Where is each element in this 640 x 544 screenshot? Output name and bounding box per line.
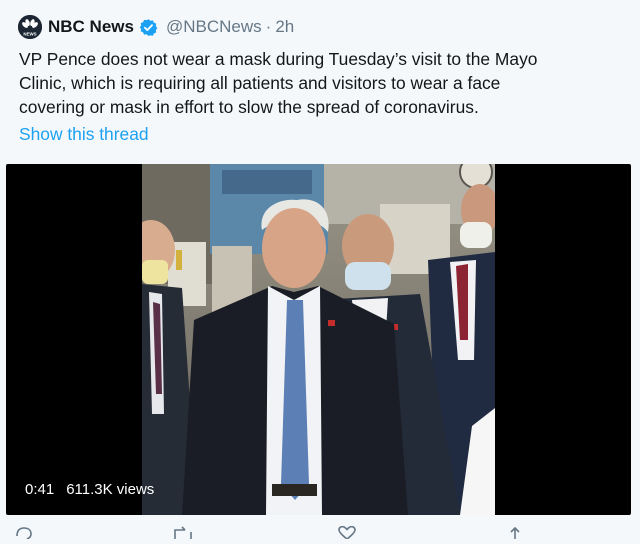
verified-badge-icon	[139, 18, 158, 37]
author-name[interactable]: NBC News	[48, 17, 134, 37]
retweet-icon[interactable]	[172, 526, 194, 544]
author-handle[interactable]: @NBCNews	[166, 17, 262, 37]
logo-wordmark: NEWS	[23, 32, 36, 37]
header-separator: ·	[265, 17, 272, 36]
video-duration: 0:41	[25, 481, 55, 498]
tweet-timestamp[interactable]: 2h	[275, 17, 294, 37]
heart-icon[interactable]	[337, 525, 357, 544]
tweet-header: NEWS NBC News @NBCNews · 2h	[18, 15, 294, 39]
tweet-text-line: VP Pence does not wear a mask during Tue…	[19, 49, 538, 69]
tweet-card[interactable]: NEWS NBC News @NBCNews · 2h VP Pence doe…	[6, 0, 631, 520]
share-icon[interactable]	[507, 526, 523, 544]
tweet-actions	[0, 525, 640, 540]
tweet-text-line: covering or mask in effort to slow the s…	[19, 97, 479, 117]
nbc-peacock-icon[interactable]: NEWS	[18, 15, 42, 39]
tweet-text: VP Pence does not wear a mask during Tue…	[19, 47, 619, 119]
tweet-text-line: Clinic, which is requiring all patients …	[19, 73, 501, 93]
video-views: 611.3K views	[66, 481, 155, 498]
show-thread-link[interactable]: Show this thread	[19, 124, 149, 145]
video-frame[interactable]	[142, 164, 495, 515]
reply-icon[interactable]	[15, 526, 33, 544]
video-meta: 0:41 611.3K views	[25, 481, 154, 498]
video-player[interactable]	[6, 164, 631, 515]
